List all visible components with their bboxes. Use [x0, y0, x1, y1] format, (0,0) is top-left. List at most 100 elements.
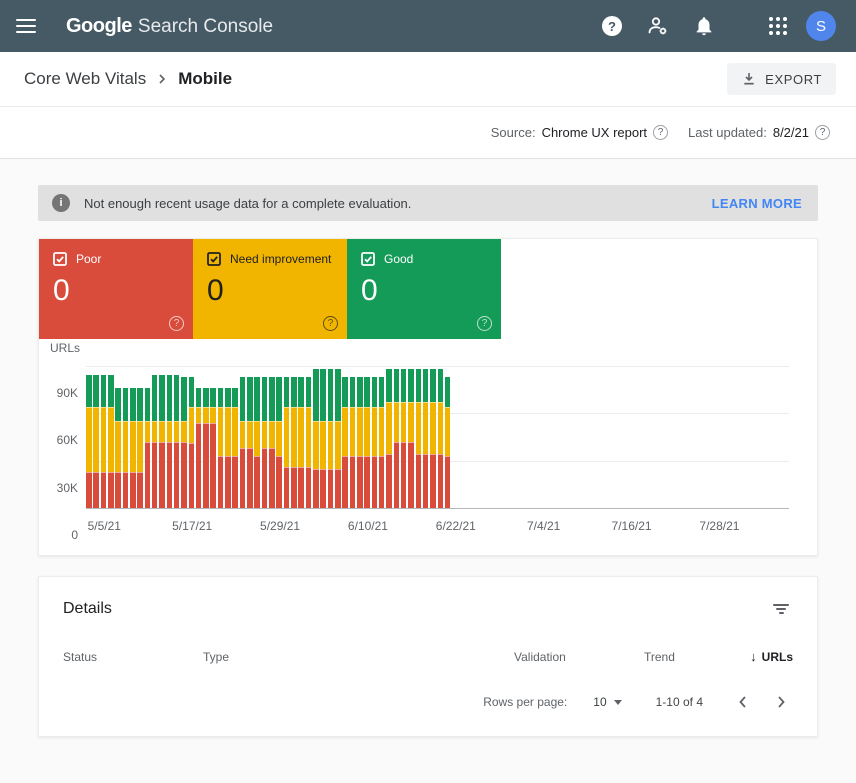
chart-plot-area — [86, 359, 789, 509]
chart-bar-6/21/21 — [445, 377, 451, 508]
bar-segment-good — [232, 388, 238, 407]
last-updated-help-icon[interactable]: ? — [815, 125, 830, 140]
card-help-icon[interactable]: ? — [477, 316, 492, 331]
chart-bar-5/18/21 — [196, 388, 202, 508]
rows-per-page-select[interactable]: 10 — [593, 695, 621, 709]
notifications-button[interactable] — [686, 8, 722, 44]
bar-segment-good — [101, 375, 107, 407]
chart-bar-6/3/21 — [313, 369, 319, 508]
bar-segment-need-improvement — [408, 402, 414, 441]
column-header-urls[interactable]: ↓ URLs — [729, 649, 793, 664]
filter-icon[interactable] — [769, 599, 793, 619]
bar-segment-need-improvement — [174, 421, 180, 442]
chart-bar-5/11/21 — [145, 388, 151, 508]
column-header-type[interactable]: Type — [203, 650, 514, 664]
bar-segment-poor — [408, 442, 414, 508]
bar-segment-poor — [232, 456, 238, 508]
chart-bar-6/6/21 — [335, 369, 341, 508]
chart-bar-6/2/21 — [306, 377, 312, 508]
card-value: 0 — [361, 274, 487, 308]
chart-bar-6/15/21 — [401, 369, 407, 508]
bar-segment-poor — [276, 456, 282, 508]
chart-bar-6/7/21 — [342, 377, 348, 508]
bar-segment-need-improvement — [218, 407, 224, 456]
apps-grid-icon — [768, 16, 788, 36]
bar-segment-need-improvement — [123, 421, 129, 471]
source-value: Chrome UX report — [542, 125, 647, 140]
dropdown-caret-icon — [614, 700, 622, 705]
bar-segment-need-improvement — [379, 407, 385, 456]
bell-icon — [693, 15, 715, 37]
breadcrumb-core-web-vitals[interactable]: Core Web Vitals — [24, 69, 146, 89]
learn-more-link[interactable]: LEARN MORE — [712, 196, 802, 211]
bar-segment-poor — [159, 442, 165, 508]
y-tick-label: 60K — [57, 433, 78, 447]
bar-segment-need-improvement — [93, 407, 99, 472]
bar-segment-need-improvement — [313, 421, 319, 468]
bar-segment-good — [357, 377, 363, 407]
google-search-console-logo[interactable]: Google Search Console — [66, 15, 273, 38]
bar-segment-poor — [145, 442, 151, 508]
column-header-validation[interactable]: Validation — [514, 650, 644, 664]
bar-segment-poor — [93, 472, 99, 508]
chart-bar-6/12/21 — [379, 377, 385, 508]
chart-bar-5/5/21 — [101, 375, 107, 508]
user-settings-icon — [646, 14, 670, 38]
bar-segment-poor — [210, 423, 216, 508]
bar-segment-good — [364, 377, 370, 407]
chart-bar-5/16/21 — [181, 377, 187, 508]
help-button[interactable]: ? — [594, 8, 630, 44]
export-label: EXPORT — [765, 72, 822, 87]
source-help-icon[interactable]: ? — [653, 125, 668, 140]
bar-segment-good — [247, 377, 253, 421]
user-settings-button[interactable] — [640, 8, 676, 44]
column-header-status[interactable]: Status — [63, 650, 203, 664]
info-icon: i — [52, 194, 70, 212]
bar-segment-poor — [189, 443, 195, 508]
bar-segment-poor — [298, 467, 304, 508]
chart-bar-5/12/21 — [152, 375, 158, 508]
card-help-icon[interactable]: ? — [323, 316, 338, 331]
y-axis: URLs 90K60K30K0 — [39, 359, 86, 535]
hamburger-menu-icon[interactable] — [16, 14, 40, 38]
bar-segment-need-improvement — [254, 421, 260, 456]
bar-segment-need-improvement — [306, 407, 312, 467]
bar-segment-good — [152, 375, 158, 421]
bar-segment-need-improvement — [438, 402, 444, 454]
bar-segment-poor — [342, 456, 348, 508]
previous-page-button[interactable] — [731, 690, 755, 714]
card-help-icon[interactable]: ? — [169, 316, 184, 331]
checkbox-checked-icon — [361, 252, 375, 266]
chart-bar-5/24/21 — [240, 377, 246, 508]
status-card-good[interactable]: Good 0 ? — [347, 239, 501, 339]
column-header-trend[interactable]: Trend — [644, 650, 729, 664]
bar-segment-poor — [379, 456, 385, 508]
bar-segment-good — [350, 377, 356, 407]
bar-segment-poor — [254, 456, 260, 508]
account-avatar[interactable]: S — [806, 11, 836, 41]
chart-bar-5/10/21 — [137, 388, 143, 508]
x-tick-label: 7/28/21 — [699, 519, 739, 533]
status-card-need-improvement[interactable]: Need improvement 0 ? — [193, 239, 347, 339]
chart-bar-5/22/21 — [225, 388, 231, 508]
bar-segment-need-improvement — [291, 407, 297, 467]
info-banner: i Not enough recent usage data for a com… — [38, 185, 818, 221]
export-button[interactable]: EXPORT — [727, 63, 836, 95]
checkbox-checked-icon — [53, 252, 67, 266]
chart-bar-5/13/21 — [159, 375, 165, 508]
bar-segment-good — [386, 369, 392, 402]
apps-grid-button[interactable] — [760, 8, 796, 44]
bar-segment-need-improvement — [145, 421, 151, 442]
bar-segment-good — [438, 369, 444, 402]
chart-bar-5/20/21 — [210, 388, 216, 508]
bar-segment-good — [408, 369, 414, 402]
next-page-button[interactable] — [769, 690, 793, 714]
bar-segment-need-improvement — [86, 407, 92, 472]
bar-segment-good — [123, 388, 129, 421]
sort-descending-icon: ↓ — [750, 649, 757, 664]
chart-bar-6/5/21 — [328, 369, 334, 508]
bar-segment-good — [210, 388, 216, 407]
bar-segment-need-improvement — [342, 407, 348, 456]
bar-segment-good — [416, 369, 422, 402]
status-card-poor[interactable]: Poor 0 ? — [39, 239, 193, 339]
